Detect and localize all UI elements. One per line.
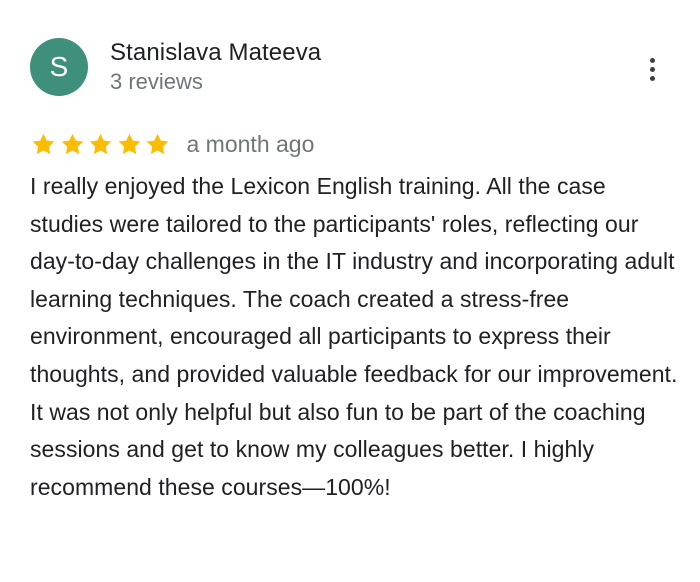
star-icon <box>144 131 171 158</box>
more-vert-icon-dot <box>649 75 655 81</box>
review-count[interactable]: 3 reviews <box>110 68 321 96</box>
more-vert-icon <box>649 57 655 63</box>
reviewer-name[interactable]: Stanislava Mateeva <box>110 38 321 68</box>
star-icon <box>87 131 114 158</box>
author-block: Stanislava Mateeva 3 reviews <box>110 38 321 96</box>
avatar[interactable]: S <box>30 38 88 96</box>
review-header: S Stanislava Mateeva 3 reviews <box>30 38 321 96</box>
rating-row: a month ago <box>30 126 314 162</box>
star-icon <box>30 131 57 158</box>
star-icon <box>116 131 143 158</box>
more-vert-icon-dot <box>649 66 655 72</box>
star-rating <box>30 131 173 158</box>
star-icon <box>59 131 86 158</box>
review-date: a month ago <box>186 131 315 157</box>
review-text: I really enjoyed the Lexicon English tra… <box>30 173 678 500</box>
more-options-button[interactable] <box>638 54 666 84</box>
review-card: S Stanislava Mateeva 3 reviews a month a… <box>0 0 700 582</box>
